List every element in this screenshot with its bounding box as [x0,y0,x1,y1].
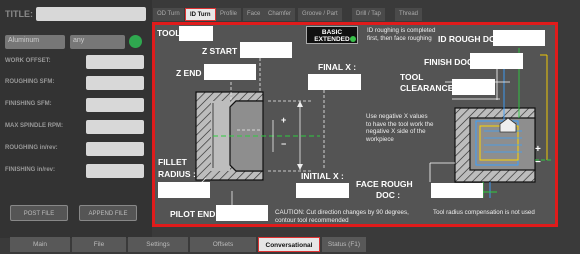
id-roughing-note: ID roughing is completed first, then fac… [367,27,436,42]
tab-status[interactable]: Status (F1) [322,237,366,252]
max-spindle-rpm-input[interactable] [86,120,144,134]
tab-drill-tap[interactable]: Drill / Tap [352,8,385,21]
roughing-sfm-label: ROUGHING SFM: [5,79,55,85]
tab-face[interactable]: Face [243,8,265,21]
z-start-label: Z START : [202,46,243,56]
finishing-feed-input[interactable] [86,164,144,178]
tab-chamfer[interactable]: Chamfer [264,8,296,21]
tab-settings[interactable]: Settings [128,237,188,252]
finish-doc-input[interactable] [470,53,523,69]
roughing-sfm-input[interactable] [86,76,144,90]
mode-select[interactable]: any [70,35,125,49]
title-label: TITLE: [5,9,33,19]
roughing-feed-input[interactable] [86,142,144,156]
minus-symbol-right: − [535,157,541,168]
status-led-icon [129,35,142,48]
roughing-feed-label: ROUGHING in/rev: [5,145,58,151]
tab-od-turn[interactable]: OD Turn [153,8,184,21]
tab-conversational[interactable]: Conversational [258,237,320,252]
tool-clearance-input[interactable] [452,79,495,95]
plus-symbol-left: + [281,115,287,125]
finishing-sfm-input[interactable] [86,98,144,112]
negative-x-note: Use negative X values to have the tool w… [366,113,434,143]
initial-x-label: INITIAL X : [301,171,344,181]
face-rough-doc-label-1: FACE ROUGH [356,179,413,189]
face-rough-doc-label-2: DOC : [376,190,401,200]
tab-file[interactable]: File [72,237,126,252]
work-offset-input[interactable] [86,55,144,69]
max-spindle-rpm-label: MAX SPINDLE RPM: [5,123,64,129]
work-offset-label: WORK OFFSET: [5,58,51,64]
tab-offsets[interactable]: Offsets [190,237,256,252]
append-file-button[interactable]: APPEND FILE [79,205,137,221]
tool-clearance-label-1: TOOL [400,72,424,82]
tab-main[interactable]: Main [10,237,70,252]
post-file-button[interactable]: POST FILE [10,205,68,221]
tab-groove-part[interactable]: Groove / Part [298,8,342,21]
tool-clearance-label-2: CLEARANCE : [400,83,459,93]
face-rough-doc-input[interactable] [431,183,483,198]
tool-input[interactable] [179,26,213,41]
final-x-input[interactable] [308,74,361,90]
finishing-sfm-label: FINISHING SFM: [5,101,52,107]
tab-profile[interactable]: Profile [216,8,242,21]
finishing-feed-label: FINISHING in/rev: [5,167,56,173]
pilot-end-label: PILOT END : [170,209,221,219]
fillet-radius-label-2: RADIUS : [158,169,196,179]
z-start-input[interactable] [240,42,292,58]
id-rough-doc-input[interactable] [493,30,545,46]
toggle-basic-label: BASIC [321,29,343,36]
pilot-end-input[interactable] [216,205,268,221]
material-select[interactable]: Aluminum [5,35,65,49]
minus-symbol-left: − [281,139,287,149]
tab-id-turn[interactable]: ID Turn [185,8,216,21]
caution-note: CAUTION: Cut direction changes by 90 deg… [275,209,409,224]
z-end-label: Z END : [176,68,207,78]
fillet-radius-input[interactable] [158,182,210,198]
toggle-indicator-icon [350,36,356,42]
z-end-input[interactable] [204,64,256,80]
final-x-label: FINAL X : [318,62,357,72]
plus-symbol-right: + [535,144,541,155]
initial-x-input[interactable] [296,183,349,198]
tab-thread[interactable]: Thread [395,8,423,21]
fillet-radius-label-1: FILLET [158,157,187,167]
title-input[interactable] [36,7,146,21]
tool-radius-note: Tool radius compensation is not used [433,209,535,216]
